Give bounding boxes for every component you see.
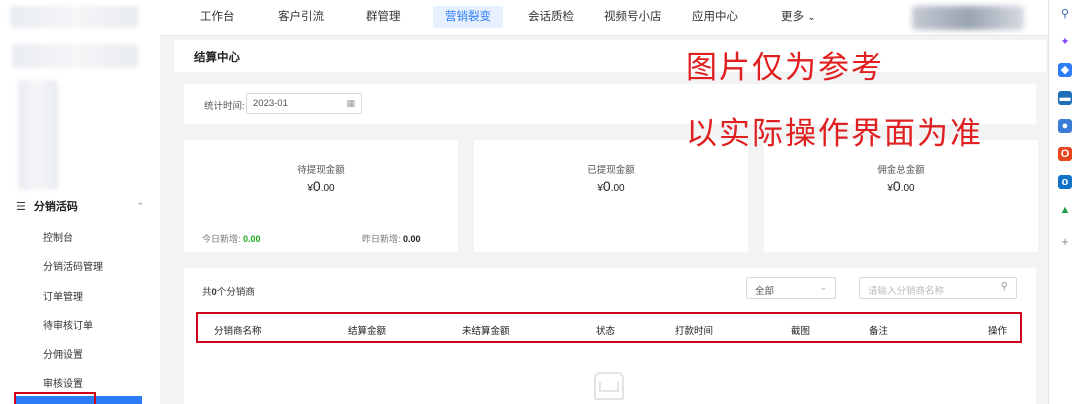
today-new-value: 0.00 [243, 234, 261, 244]
status-select[interactable]: 全部 ⌄ [746, 277, 836, 299]
stat-int: 0 [312, 178, 321, 194]
nav-more[interactable]: 更多 ⌄ [781, 0, 816, 36]
sidebar-item-code-manage[interactable]: 分销活码管理 [43, 258, 103, 273]
distributor-count: 共0个分销商 [202, 284, 255, 298]
stat-card-withdrawn: 已提现金额 ¥0.00 [474, 140, 748, 252]
distributor-list-card: 共0个分销商 全部 ⌄ 请输入分销商名称 ⚲ 分销商名称 结算金额 未结算金额 … [184, 268, 1036, 404]
sidebar-item-orders[interactable]: 订单管理 [43, 288, 83, 303]
column-header: 分销商名称 [214, 326, 262, 337]
search-placeholder: 请输入分销商名称 [868, 286, 945, 297]
today-new-label: 今日新增: [202, 234, 241, 244]
column-header: 打款时间 [675, 326, 714, 337]
stat-value: ¥0.00 [764, 178, 1038, 194]
today-new: 今日新增: 0.00 [202, 232, 261, 245]
tag-icon[interactable]: ◆ [1058, 63, 1072, 77]
browser-side-toolbar: ⚲ ✦ ◆ ▬ ● O o ▲ + [1048, 0, 1080, 404]
sidebar-menu-blurred [18, 80, 58, 190]
top-navigation: 工作台 客户引流 群管理 营销裂变 会话质检 视频号小店 应用中心 更多 ⌄ [160, 0, 1048, 36]
stat-value: ¥0.00 [474, 178, 748, 194]
yesterday-new-value: 0.00 [403, 234, 421, 244]
status-select-value: 全部 [755, 286, 775, 297]
sidebar: ☰ 分销活码 ⌃ 控制台 分销活码管理 订单管理 待审核订单 分佣设置 审核设置 [0, 0, 160, 404]
watermark-line-1: 图片仅为参考 [686, 50, 884, 86]
chevron-down-icon: ⌄ [819, 282, 827, 292]
search-icon[interactable]: ⚲ [1001, 281, 1008, 292]
outlook-icon[interactable]: o [1058, 175, 1072, 189]
column-header: 未结算金额 [462, 326, 510, 337]
chevron-down-icon: ⌄ [807, 12, 816, 23]
stat-value: ¥0.00 [184, 178, 458, 194]
yesterday-new: 昨日新增: 0.00 [362, 232, 421, 245]
stat-dec: .00 [320, 183, 335, 194]
nav-customer-acquisition[interactable]: 客户引流 [278, 0, 324, 36]
watermark-line-2: 以实际操作界面为准 [686, 116, 983, 152]
search-icon[interactable]: ⚲ [1058, 7, 1072, 21]
people-icon[interactable]: ● [1058, 119, 1072, 133]
column-header: 状态 [596, 326, 616, 337]
sidebar-logo-blurred [10, 6, 138, 28]
highlight-box [14, 392, 96, 404]
count-suffix: 个分销商 [216, 287, 255, 298]
sidebar-group-label: 分销活码 [33, 201, 78, 213]
table-header: 分销商名称 结算金额 未结算金额 状态 打款时间 截图 备注 操作 [196, 312, 1022, 343]
breadcrumb: 结算中心 [174, 40, 1046, 72]
nav-session-qc[interactable]: 会话质检 [528, 0, 574, 36]
sidebar-item-review-settings[interactable]: 审核设置 [43, 375, 83, 390]
briefcase-icon[interactable]: ▬ [1058, 91, 1072, 105]
date-picker[interactable]: 2023-01 ▦ [246, 93, 362, 114]
column-header: 结算金额 [348, 326, 387, 337]
add-icon[interactable]: + [1058, 235, 1072, 249]
menu-lines-icon: ☰ [16, 200, 26, 213]
stat-title: 待提现金额 [297, 165, 345, 176]
nav-video-shop[interactable]: 视频号小店 [604, 0, 662, 36]
stat-time-label: 统计时间: [204, 101, 245, 112]
distributor-search-input[interactable]: 请输入分销商名称 ⚲ [859, 277, 1017, 299]
stat-int: 0 [892, 178, 901, 194]
office-icon[interactable]: O [1058, 147, 1072, 161]
nav-app-center[interactable]: 应用中心 [692, 0, 738, 36]
user-info-blurred[interactable] [912, 6, 1024, 30]
stat-card-pending: 待提现金额 ¥0.00 今日新增: 0.00 昨日新增: 0.00 [184, 140, 458, 252]
column-header: 操作 [988, 326, 1008, 337]
nav-more-label: 更多 [781, 11, 804, 23]
empty-inbox-icon [594, 372, 624, 400]
stat-title: 佣金总金额 [877, 165, 925, 176]
stat-card-total-commission: 佣金总金额 ¥0.00 [764, 140, 1038, 252]
stat-title: 已提现金额 [587, 165, 635, 176]
nav-workbench[interactable]: 工作台 [200, 0, 235, 36]
sidebar-menu-blurred [12, 44, 138, 68]
date-value: 2023-01 [253, 98, 288, 109]
stat-int: 0 [602, 178, 611, 194]
nav-group-management[interactable]: 群管理 [366, 0, 401, 36]
nav-marketing-fission[interactable]: 营销裂变 [433, 6, 503, 28]
tree-icon[interactable]: ▲ [1058, 203, 1072, 217]
stat-dec: .00 [610, 183, 625, 194]
sidebar-group-distribution[interactable]: ☰ 分销活码 ⌃ [16, 198, 144, 214]
yesterday-new-label: 昨日新增: [362, 234, 401, 244]
sidebar-item-pending-orders[interactable]: 待审核订单 [43, 317, 93, 332]
page-title: 结算中心 [194, 52, 240, 64]
sparkle-icon[interactable]: ✦ [1058, 35, 1072, 49]
column-header: 备注 [869, 326, 889, 337]
chevron-up-icon[interactable]: ⌃ [136, 201, 144, 212]
stat-dec: .00 [900, 183, 915, 194]
count-prefix: 共 [202, 287, 212, 298]
column-header: 截图 [791, 326, 811, 337]
sidebar-item-commission-settings[interactable]: 分佣设置 [43, 346, 83, 361]
sidebar-item-console[interactable]: 控制台 [43, 229, 73, 244]
calendar-icon[interactable]: ▦ [346, 98, 355, 109]
